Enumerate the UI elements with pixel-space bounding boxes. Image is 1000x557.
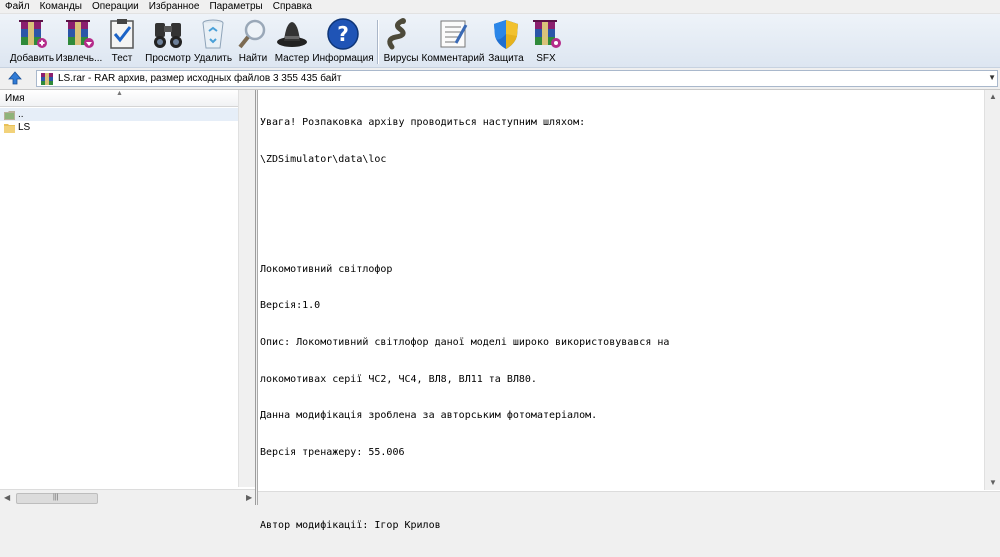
- scroll-right-icon[interactable]: ▶: [246, 493, 252, 502]
- archive-comment-text: Увага! Розпаковка архіву проводиться нас…: [260, 93, 982, 531]
- file-list: .. LS: [0, 108, 238, 134]
- extract-archive-icon: [60, 16, 98, 52]
- name-column-header[interactable]: Имя ▲: [0, 90, 238, 107]
- comment-icon: [434, 16, 472, 52]
- virus-snake-icon: [382, 16, 420, 52]
- info-icon: ?: [324, 16, 362, 52]
- comment-line: [260, 227, 982, 239]
- comment-horizontal-scrollbar[interactable]: [258, 491, 1000, 505]
- chevron-down-icon[interactable]: ▼: [988, 73, 996, 82]
- menu-favorites[interactable]: Избранное: [144, 0, 205, 14]
- comment-line: Данна модифікація зроблена за авторським…: [260, 410, 598, 422]
- find-button-label: Найти: [238, 53, 268, 64]
- list-item-parent[interactable]: ..: [0, 108, 238, 121]
- scroll-left-icon[interactable]: ◀: [4, 493, 10, 502]
- file-list-vertical-scrollbar[interactable]: [238, 90, 255, 487]
- comment-line: Локомотивний світлофор: [260, 263, 393, 275]
- comment-line: Увага! Розпаковка архіву проводиться нас…: [260, 117, 586, 129]
- comment-line: Автор модифікації: Ігор Крилов: [260, 520, 441, 532]
- sort-ascending-icon: ▲: [116, 90, 123, 97]
- toolbar: Добавить Извлечь... Тест Просмотр Удалит…: [0, 14, 1000, 68]
- comment-line: Опис: Локомотивний світлофор даної модел…: [260, 337, 670, 349]
- sfx-button-label: SFX: [536, 53, 556, 64]
- virus-button-label: Вирусы: [383, 53, 419, 64]
- folder-icon: [4, 123, 15, 133]
- menu-file[interactable]: Файл: [0, 0, 35, 14]
- comment-button-label: Комментарий: [421, 53, 485, 64]
- add-archive-icon: [13, 16, 51, 52]
- test-clipboard-icon: [103, 16, 141, 52]
- add-button-label: Добавить: [9, 53, 55, 64]
- menu-help[interactable]: Справка: [268, 0, 317, 14]
- arrow-up-icon: [8, 70, 22, 88]
- scroll-up-icon[interactable]: ▲: [989, 92, 997, 101]
- wizard-hat-icon: [273, 16, 311, 52]
- comment-vertical-scrollbar[interactable]: ▲ ▼: [984, 90, 1000, 490]
- comment-line: [260, 191, 982, 203]
- file-list-pane: Имя ▲ .. LS ◀ ||| ▶: [0, 90, 256, 505]
- view-button-label: Просмотр: [145, 53, 191, 64]
- archive-comment-pane: Увага! Розпаковка архіву проводиться нас…: [257, 90, 1000, 531]
- rar-archive-icon: [40, 72, 54, 85]
- list-item-name: LS: [18, 122, 31, 133]
- parent-folder-icon: [4, 110, 15, 120]
- grip-icon: |||: [53, 494, 59, 501]
- list-item-folder[interactable]: LS: [0, 121, 238, 134]
- archive-path-field[interactable]: LS.rar - RAR архив, размер исходных файл…: [36, 70, 998, 87]
- svg-text:?: ?: [337, 22, 349, 46]
- binoculars-icon: [149, 16, 187, 52]
- wizard-button-label: Мастер: [274, 53, 310, 64]
- menu-bar: Файл Команды Операции Избранное Параметр…: [0, 0, 1000, 14]
- info-button-label: Информация: [312, 53, 374, 64]
- comment-line: \ZDSimulator\data\loc: [260, 154, 387, 166]
- menu-operations[interactable]: Операции: [87, 0, 144, 14]
- comment-button[interactable]: Комментарий: [422, 16, 485, 66]
- info-button[interactable]: ? Информация: [312, 16, 374, 66]
- comment-line: Версія тренажеру: 55.006: [260, 446, 405, 458]
- archive-info-text: LS.rar - RAR архив, размер исходных файл…: [58, 73, 342, 84]
- menu-options[interactable]: Параметры: [204, 0, 267, 14]
- sfx-archive-icon: [527, 16, 565, 52]
- file-list-horizontal-scrollbar[interactable]: ◀ ||| ▶: [0, 489, 255, 505]
- address-bar: LS.rar - RAR архив, размер исходных файл…: [0, 68, 1000, 90]
- menu-commands[interactable]: Команды: [35, 0, 87, 14]
- name-column-label: Имя: [5, 92, 25, 104]
- scroll-down-icon[interactable]: ▼: [989, 478, 997, 487]
- up-folder-button[interactable]: [6, 70, 24, 88]
- scrollbar-thumb[interactable]: |||: [16, 493, 98, 504]
- test-button-label: Тест: [111, 53, 133, 64]
- comment-line: локомотивах серії ЧС2, ЧС4, ВЛ8, ВЛ11 та…: [260, 373, 537, 385]
- list-item-name: ..: [18, 109, 24, 120]
- comment-line: Версія:1.0: [260, 300, 321, 312]
- sfx-button[interactable]: SFX: [518, 16, 574, 66]
